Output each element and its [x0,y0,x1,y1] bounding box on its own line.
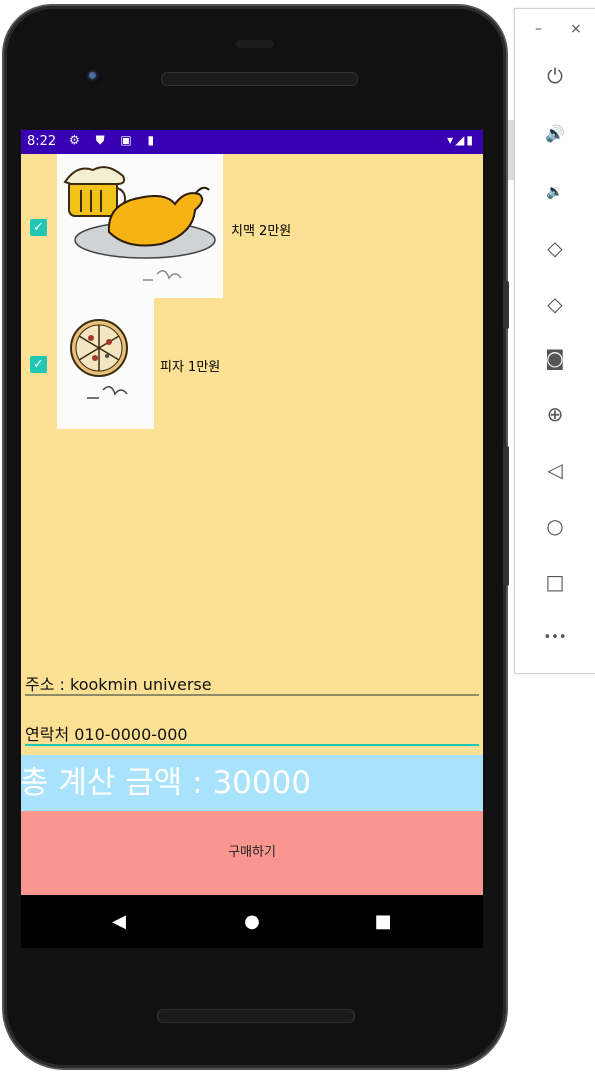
volume-up-icon[interactable]: 🔊 [540,119,570,149]
address-underline [25,694,479,696]
chicken-beer-image [57,154,223,298]
rotate-right-icon[interactable]: ◇ [540,289,570,319]
nav-back-icon[interactable]: ◀ [104,907,134,937]
phone-volume-rocker[interactable] [503,446,509,586]
phone-underline [25,744,479,746]
chicken-beer-drawing-icon [63,166,216,281]
status-bar: 8:22 ⚙ ⛊ ▣ ▮ ▾◢▮ [21,130,483,154]
zoom-icon[interactable]: ⊕ [540,399,570,429]
phone-screen: 8:22 ⚙ ⛊ ▣ ▮ ▾◢▮ ✓ 치맥 2만원 ✓ 피자 1만원 주소: … [21,130,483,948]
phone-power-button[interactable] [503,281,509,329]
power-icon[interactable]: ⏻ [540,61,570,91]
top-speaker-grille [161,72,358,86]
close-icon[interactable]: × [570,21,582,37]
bottom-speaker-grille [157,1009,355,1023]
android-nav-bar: ◀ ● ■ [21,895,483,948]
status-notification-icons: ⚙ ⛊ ▣ ▮ [69,133,161,147]
back-icon[interactable]: ◁ [540,455,570,485]
front-camera-icon [86,69,102,85]
total-amount-text: 총 계산 금액 : 30000 [21,765,312,801]
pizza-checkbox[interactable]: ✓ [30,356,47,373]
pizza-item-label: 피자 1만원 [160,360,221,375]
chicken-item-label: 치맥 2만원 [231,224,292,239]
pizza-drawing-icon [70,319,128,399]
more-icon[interactable]: ••• [540,623,570,653]
order-app: ✓ 치맥 2만원 ✓ 피자 1만원 주소: kookmin universe … [21,154,483,895]
nav-home-icon[interactable]: ● [237,907,267,937]
status-signal-battery-icons: ▾◢▮ [447,133,475,147]
total-amount-display: 총 계산 금액 : 30000 [21,755,483,811]
camera-icon[interactable]: ◙ [540,343,570,373]
phone-input[interactable]: 연락처 010-0000-000 [25,721,479,745]
chicken-checkbox[interactable]: ✓ [30,219,47,236]
earpiece-top [236,40,274,48]
home-icon[interactable]: ○ [540,511,570,541]
emulator-toolbar: – × ⏻ 🔊 🔉 ◇ ◇ ◙ ⊕ ◁ ○ □ ••• [514,8,595,674]
emulator-window-controls: – × [515,21,595,41]
nav-recents-icon[interactable]: ■ [368,907,398,937]
volume-down-icon[interactable]: 🔉 [540,177,570,207]
pizza-image [57,298,154,429]
overview-icon[interactable]: □ [540,567,570,597]
rotate-left-icon[interactable]: ◇ [540,233,570,263]
status-time: 8:22 [27,134,57,149]
address-input[interactable]: 주소 : kookmin universe [25,671,479,695]
purchase-button[interactable]: 구매하기 [21,811,483,895]
minimize-icon[interactable]: – [535,21,542,37]
